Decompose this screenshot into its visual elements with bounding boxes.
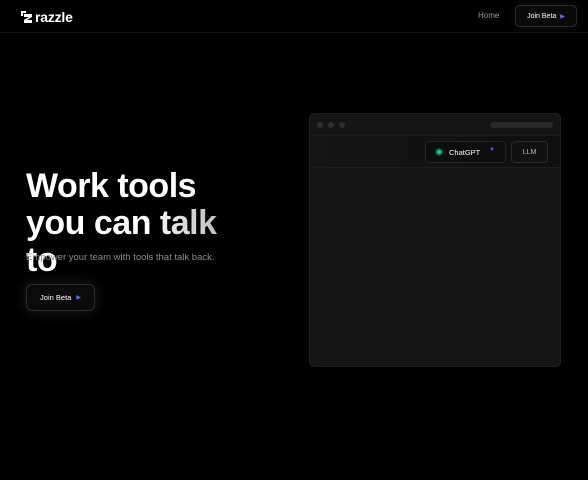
hero-subtitle: Empower your team with tools that talk b…	[26, 252, 215, 263]
window-dot-icon	[339, 122, 345, 128]
chatgpt-icon	[435, 148, 443, 156]
model-dropdown[interactable]: ChatGPT ▼	[425, 141, 506, 163]
window-titlebar	[310, 114, 560, 136]
join-beta-button-nav[interactable]: Join Beta ▶	[515, 5, 577, 27]
brand-name: razzle	[35, 9, 73, 25]
razzle-logo-icon	[21, 11, 32, 23]
hero-title-line-1: Work tools	[26, 167, 197, 205]
play-arrow-icon: ▶	[76, 295, 81, 301]
window-address-bar	[490, 122, 553, 128]
window-dot-icon	[328, 122, 334, 128]
window-dot-icon	[317, 122, 323, 128]
model-dropdown-value: ChatGPT	[449, 147, 481, 157]
top-navigation: razzle Home Join Beta ▶	[0, 0, 588, 33]
nav-link-home[interactable]: Home	[478, 11, 499, 20]
play-arrow-icon: ▶	[560, 13, 565, 20]
app-preview-window: ChatGPT ▼ LLM	[309, 113, 561, 367]
brand[interactable]: razzle	[21, 9, 73, 25]
hero-title-line-2: you can talk to	[26, 205, 256, 279]
model-option-llm[interactable]: LLM	[511, 141, 548, 163]
model-selector-row: ChatGPT ▼ LLM	[310, 136, 560, 168]
join-beta-label: Join Beta	[40, 293, 72, 302]
join-beta-label: Join Beta	[527, 12, 557, 20]
chevron-down-icon: ▼	[489, 147, 495, 153]
join-beta-button-hero[interactable]: Join Beta ▶	[26, 284, 95, 311]
